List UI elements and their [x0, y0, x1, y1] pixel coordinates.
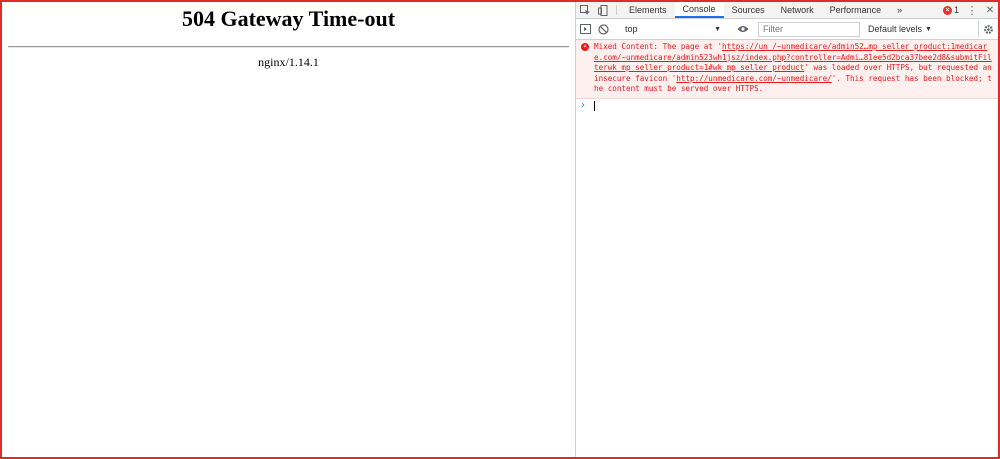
- page-title: 504 Gateway Time-out: [181, 6, 396, 31]
- error-counter[interactable]: × 1: [939, 5, 963, 15]
- tab-performance[interactable]: Performance: [822, 2, 890, 18]
- tab-console[interactable]: Console: [674, 2, 724, 18]
- tab-sources[interactable]: Sources: [724, 2, 773, 18]
- filter-input[interactable]: [758, 21, 860, 37]
- web-page: 504 Gateway Time-out nginx/1.14.1: [2, 2, 575, 457]
- device-toolbar-icon[interactable]: [594, 2, 612, 18]
- console-settings-gear-icon[interactable]: [978, 21, 997, 37]
- context-select[interactable]: top ▼: [621, 22, 725, 36]
- message-prefix: Mixed Content: The page at ': [594, 42, 723, 51]
- divider: [8, 46, 569, 48]
- text-caret: [594, 100, 595, 111]
- log-levels-dropdown[interactable]: Default levels ▼: [868, 24, 932, 34]
- devtools-tabbar: Elements Console Sources Network Perform…: [576, 2, 998, 19]
- close-icon[interactable]: ✕: [981, 5, 998, 16]
- browser-frame: 504 Gateway Time-out nginx/1.14.1 Elemen…: [0, 0, 1000, 459]
- console-prompt[interactable]: ›: [576, 99, 998, 112]
- server-signature: nginx/1.14.1: [258, 55, 319, 69]
- more-menu-icon[interactable]: ⋮: [963, 4, 981, 17]
- more-tabs-icon[interactable]: »: [889, 2, 910, 18]
- live-expression-eye-icon[interactable]: [734, 25, 752, 33]
- dropdown-arrow-icon: ▼: [925, 25, 932, 33]
- sidebar-toggle-icon[interactable]: [576, 24, 594, 34]
- error-x-icon: ×: [581, 43, 589, 51]
- context-value: top: [625, 24, 638, 34]
- favicon-url-link[interactable]: http://unmedicare.com/~unmedicare/: [676, 74, 831, 83]
- dropdown-arrow-icon: ▼: [714, 25, 721, 33]
- tab-elements[interactable]: Elements: [621, 2, 675, 18]
- devtools-panel: Elements Console Sources Network Perform…: [575, 2, 998, 457]
- toolbar-separator: [616, 5, 617, 15]
- error-icon: ×: [942, 5, 952, 15]
- error-count: 1: [953, 5, 959, 15]
- tab-network[interactable]: Network: [773, 2, 822, 18]
- console-error-message: × Mixed Content: The page at 'https://un…: [576, 40, 998, 99]
- prompt-chevron-icon: ›: [581, 99, 585, 111]
- console-toolbar: top ▼ Default levels ▼: [576, 19, 998, 40]
- log-levels-label: Default levels: [868, 24, 923, 34]
- inspect-element-icon[interactable]: [576, 2, 594, 18]
- clear-console-icon[interactable]: [594, 23, 612, 35]
